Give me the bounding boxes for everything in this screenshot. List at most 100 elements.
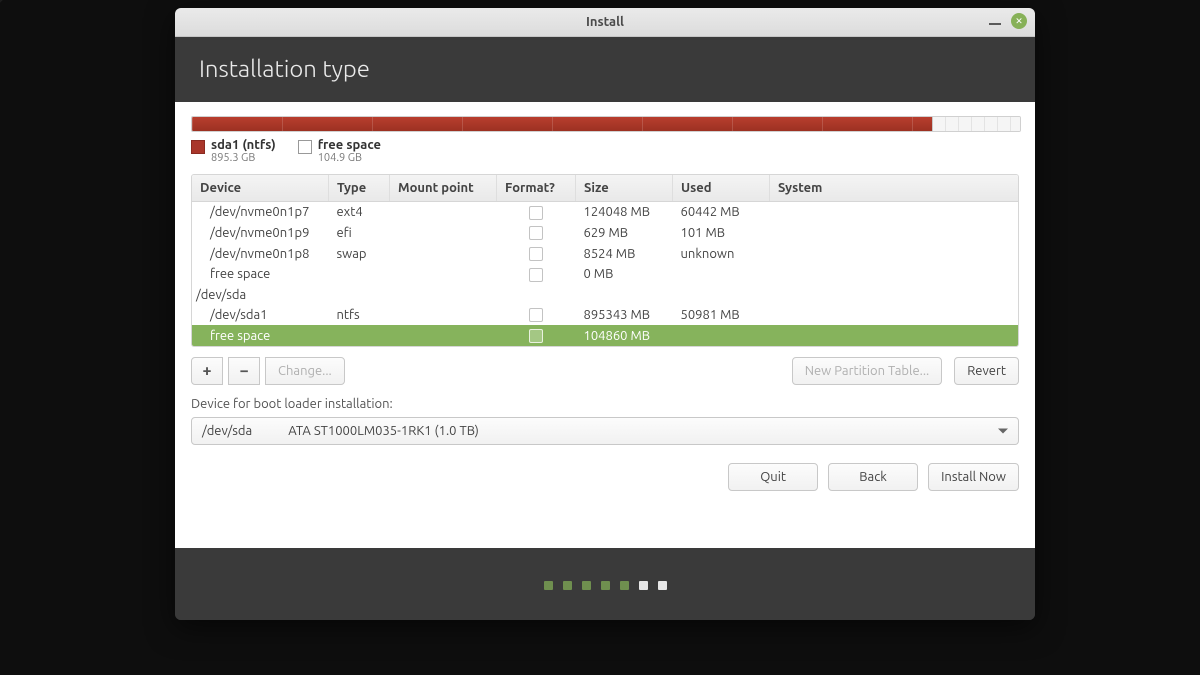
cell-system bbox=[770, 202, 1019, 223]
cell-format bbox=[497, 243, 576, 264]
legend-item-used: sda1 (ntfs) 895.3 GB bbox=[191, 138, 276, 164]
cell-size: 8524 MB bbox=[576, 243, 673, 264]
legend-item-free: free space 104.9 GB bbox=[298, 138, 381, 164]
table-row[interactable]: /dev/nvme0n1p8swap 8524 MBunknown bbox=[192, 243, 1018, 264]
disk-usage-used bbox=[192, 117, 932, 131]
installer-window: Install Installation type sda1 (ntfs) 89… bbox=[175, 8, 1035, 620]
col-mount[interactable]: Mount point bbox=[390, 175, 497, 202]
col-used[interactable]: Used bbox=[673, 175, 770, 202]
format-checkbox[interactable] bbox=[529, 329, 543, 343]
cell-type bbox=[329, 264, 390, 285]
boot-loader-select[interactable]: /dev/sda ATA ST1000LM035-1RK1 (1.0 TB) bbox=[191, 417, 1019, 445]
table-row[interactable]: free space 104860 MB bbox=[192, 325, 1018, 346]
cell-used: 50981 MB bbox=[673, 305, 770, 326]
legend-free-label: free space bbox=[318, 138, 381, 152]
page-title: Installation type bbox=[199, 55, 1011, 82]
cell-format bbox=[497, 202, 576, 223]
cell-device: /dev/nvme0n1p7 bbox=[192, 202, 329, 223]
back-button[interactable]: Back bbox=[828, 463, 918, 491]
cell-format bbox=[497, 325, 576, 346]
legend-free-sub: 104.9 GB bbox=[318, 152, 381, 164]
cell-type bbox=[329, 325, 390, 346]
cell-device: /dev/sda1 bbox=[192, 305, 329, 326]
col-type[interactable]: Type bbox=[329, 175, 390, 202]
cell-device: /dev/nvme0n1p9 bbox=[192, 223, 329, 244]
boot-device-desc: ATA ST1000LM035-1RK1 (1.0 TB) bbox=[288, 424, 479, 438]
disk-usage-free bbox=[932, 117, 1020, 131]
cell-system bbox=[770, 325, 1019, 346]
progress-dot bbox=[639, 581, 648, 590]
titlebar: Install bbox=[175, 8, 1035, 37]
partition-table[interactable]: Device Type Mount point Format? Size Use… bbox=[191, 174, 1019, 347]
wizard-progress bbox=[175, 550, 1035, 620]
col-format[interactable]: Format? bbox=[497, 175, 576, 202]
partition-toolbar: + − Change... New Partition Table... Rev… bbox=[191, 357, 1019, 385]
wizard-footer: Quit Back Install Now bbox=[191, 463, 1019, 491]
cell-format bbox=[497, 223, 576, 244]
revert-button[interactable]: Revert bbox=[954, 357, 1019, 385]
add-partition-button[interactable]: + bbox=[191, 357, 223, 385]
cell-used: unknown bbox=[673, 243, 770, 264]
close-icon[interactable] bbox=[1011, 13, 1027, 29]
progress-dot bbox=[658, 581, 667, 590]
cell-type: swap bbox=[329, 243, 390, 264]
cell-mount bbox=[390, 325, 497, 346]
cell-used: 60442 MB bbox=[673, 202, 770, 223]
change-partition-button[interactable]: Change... bbox=[265, 357, 345, 385]
cell-type: ext4 bbox=[329, 202, 390, 223]
cell-device: /dev/nvme0n1p8 bbox=[192, 243, 329, 264]
cell-device: /dev/sda bbox=[192, 285, 1018, 305]
cell-format bbox=[497, 264, 576, 285]
remove-partition-button[interactable]: − bbox=[228, 357, 260, 385]
quit-button[interactable]: Quit bbox=[728, 463, 818, 491]
table-row-disk[interactable]: /dev/sda bbox=[192, 285, 1018, 305]
install-button[interactable]: Install Now bbox=[928, 463, 1019, 491]
cell-used bbox=[673, 325, 770, 346]
boot-loader-label: Device for boot loader installation: bbox=[191, 397, 1019, 411]
cell-mount bbox=[390, 264, 497, 285]
cell-mount bbox=[390, 223, 497, 244]
cell-size: 629 MB bbox=[576, 223, 673, 244]
table-row[interactable]: free space0 MB bbox=[192, 264, 1018, 285]
cell-system bbox=[770, 243, 1019, 264]
format-checkbox[interactable] bbox=[529, 308, 543, 322]
cell-system bbox=[770, 223, 1019, 244]
col-device[interactable]: Device bbox=[192, 175, 329, 202]
progress-dot bbox=[582, 581, 591, 590]
format-checkbox[interactable] bbox=[529, 247, 543, 261]
main-panel: sda1 (ntfs) 895.3 GB free space 104.9 GB… bbox=[175, 102, 1035, 548]
cell-size: 104860 MB bbox=[576, 325, 673, 346]
format-checkbox[interactable] bbox=[529, 226, 543, 240]
table-row[interactable]: /dev/sda1ntfs895343 MB50981 MB bbox=[192, 305, 1018, 326]
legend-swatch-used bbox=[191, 140, 205, 154]
new-partition-table-button[interactable]: New Partition Table... bbox=[792, 357, 943, 385]
cell-device: free space bbox=[192, 325, 329, 346]
cell-mount bbox=[390, 243, 497, 264]
table-row[interactable]: /dev/nvme0n1p9efi629 MB101 MB bbox=[192, 223, 1018, 244]
window-title: Install bbox=[586, 15, 624, 29]
cell-type: ntfs bbox=[329, 305, 390, 326]
table-header-row: Device Type Mount point Format? Size Use… bbox=[192, 175, 1018, 202]
progress-dot bbox=[601, 581, 610, 590]
disk-usage-legend: sda1 (ntfs) 895.3 GB free space 104.9 GB bbox=[191, 138, 1019, 164]
legend-used-label: sda1 (ntfs) bbox=[211, 138, 276, 152]
cell-system bbox=[770, 305, 1019, 326]
chevron-down-icon bbox=[998, 428, 1008, 433]
progress-dot bbox=[544, 581, 553, 590]
cell-mount bbox=[390, 305, 497, 326]
boot-device: /dev/sda bbox=[202, 424, 252, 438]
cell-used: 101 MB bbox=[673, 223, 770, 244]
legend-swatch-free bbox=[298, 140, 312, 154]
partition-table-body: /dev/nvme0n1p7ext4124048 MB60442 MB/dev/… bbox=[192, 202, 1018, 346]
format-checkbox[interactable] bbox=[529, 206, 543, 220]
cell-size: 0 MB bbox=[576, 264, 673, 285]
format-checkbox[interactable] bbox=[529, 268, 543, 282]
col-size[interactable]: Size bbox=[576, 175, 673, 202]
cell-format bbox=[497, 305, 576, 326]
legend-used-sub: 895.3 GB bbox=[211, 152, 276, 164]
page-header: Installation type bbox=[175, 37, 1035, 102]
table-row[interactable]: /dev/nvme0n1p7ext4124048 MB60442 MB bbox=[192, 202, 1018, 223]
cell-used bbox=[673, 264, 770, 285]
minimize-icon[interactable] bbox=[989, 23, 1001, 25]
col-system[interactable]: System bbox=[770, 175, 1019, 202]
